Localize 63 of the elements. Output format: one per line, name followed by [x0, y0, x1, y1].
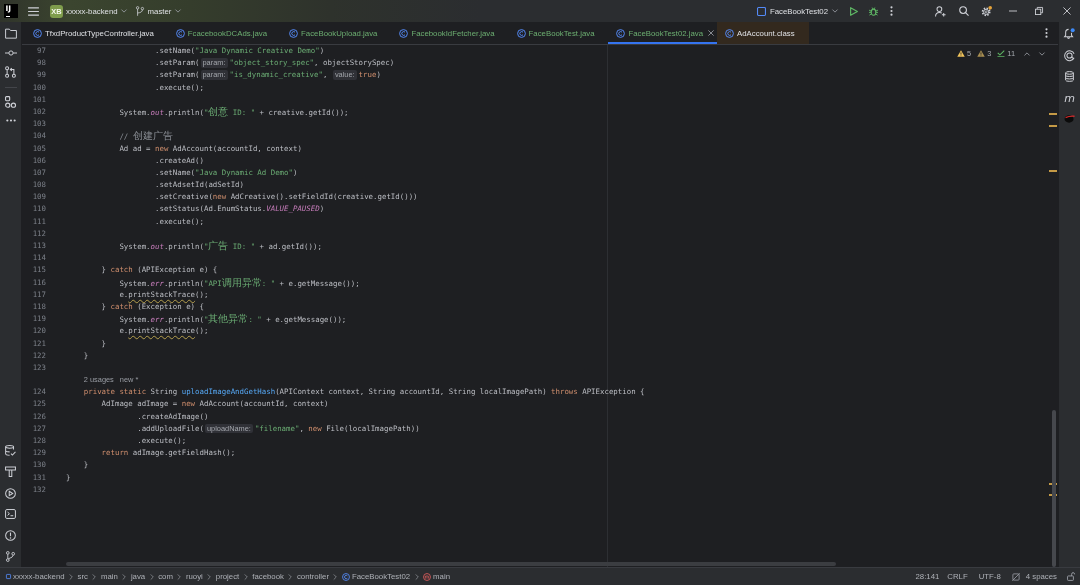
search-icon[interactable] — [959, 6, 969, 16]
play-circle-icon[interactable] — [5, 487, 16, 499]
commit-icon[interactable] — [4, 49, 17, 56]
more-icon[interactable] — [5, 118, 16, 122]
structure-icon[interactable] — [5, 96, 16, 108]
class-icon — [516, 28, 526, 38]
lock-icon[interactable] — [1067, 572, 1075, 581]
chevron-down-icon — [832, 9, 838, 13]
branch-icon — [135, 6, 144, 16]
more-icon[interactable] — [890, 6, 893, 16]
add-user-icon[interactable] — [935, 5, 946, 17]
warning-icon — [957, 50, 966, 57]
spiral-icon[interactable] — [1064, 49, 1075, 61]
chevron-right-icon — [92, 573, 97, 580]
chevron-right-icon — [333, 573, 338, 580]
slashed-square-icon[interactable] — [1011, 572, 1020, 581]
window-icon — [756, 6, 766, 16]
chevron-right-icon — [243, 573, 248, 580]
class-icon — [725, 28, 735, 38]
warning-marker[interactable] — [1049, 170, 1057, 172]
bell-icon[interactable] — [1064, 28, 1075, 39]
chevron-down-icon[interactable] — [1039, 51, 1045, 56]
database-icon[interactable] — [1065, 71, 1074, 82]
close-icon[interactable] — [1063, 7, 1071, 15]
chevron-right-icon — [149, 573, 154, 580]
restore-icon[interactable] — [1035, 7, 1043, 15]
hammer-icon[interactable] — [5, 466, 16, 477]
warning-icon — [977, 50, 986, 57]
run-icon[interactable] — [850, 6, 858, 16]
close-icon[interactable] — [708, 30, 715, 36]
m-icon[interactable]: m — [1064, 92, 1075, 104]
class-icon — [175, 28, 185, 38]
class-icon — [399, 28, 409, 38]
chevron-right-icon — [122, 573, 127, 580]
settings-icon[interactable] — [981, 5, 992, 17]
scrollbar-thumb[interactable] — [1052, 410, 1056, 567]
class-icon — [616, 28, 626, 38]
warning-marker[interactable] — [1049, 125, 1057, 127]
chevron-down-icon — [175, 9, 182, 13]
chevron-right-icon — [69, 573, 74, 580]
warning-marker[interactable] — [1049, 113, 1057, 115]
chevron-down-icon — [120, 9, 127, 13]
database-check-icon[interactable] — [5, 444, 16, 456]
alert-circle-icon[interactable] — [5, 529, 16, 541]
class-icon — [33, 28, 42, 38]
menu-icon[interactable] — [28, 6, 39, 16]
terminal-icon[interactable] — [5, 509, 16, 519]
check-icon — [997, 50, 1006, 57]
ninja-icon[interactable] — [1064, 114, 1075, 123]
class-icon — [289, 28, 299, 38]
method-icon — [423, 572, 432, 581]
chevron-right-icon — [177, 573, 182, 580]
chevron-right-icon — [414, 573, 419, 580]
chevron-right-icon — [288, 573, 293, 580]
class-icon — [342, 572, 350, 581]
folder-icon[interactable] — [4, 28, 17, 39]
module-icon — [6, 574, 11, 579]
chevron-right-icon — [207, 573, 212, 580]
pull-request-icon[interactable] — [5, 66, 16, 78]
more-icon[interactable] — [1045, 28, 1048, 38]
branch-icon[interactable] — [6, 551, 15, 562]
chevron-up-icon[interactable] — [1024, 51, 1030, 56]
bug-icon[interactable] — [869, 6, 878, 16]
